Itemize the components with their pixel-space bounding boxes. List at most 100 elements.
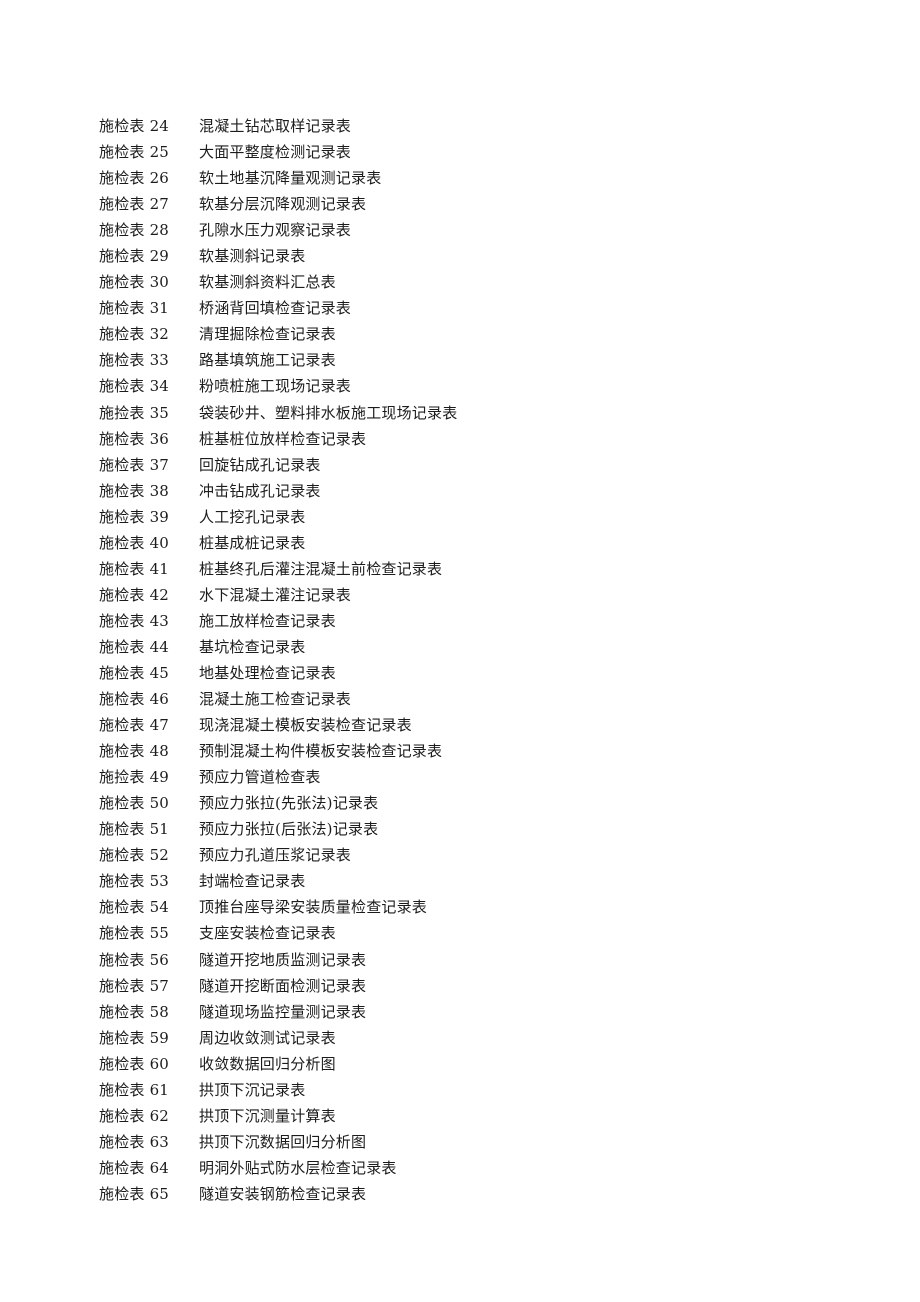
form-title: 施工放样检查记录表 [199,611,336,630]
table-row: 施检表 42 水下混凝土灌注记录表 [99,582,859,608]
table-row: 施检表 32 清理掘除检查记录表 [99,321,859,347]
form-code: 施检表 25 [99,143,170,162]
form-title: 拱顶下沉测量计算表 [199,1106,336,1125]
form-code: 施检表 62 [99,1106,170,1125]
form-title: 粉喷桩施工现场记录表 [199,377,352,396]
table-row: 施检表 53 封端检查记录表 [99,868,859,894]
form-title: 软基测斜记录表 [199,247,306,266]
form-code: 施检表 57 [99,976,170,995]
form-code: 施检表 55 [99,924,170,943]
form-title: 软基分层沉降观测记录表 [199,195,367,214]
form-title: 袋装砂井、塑料排水板施工现场记录表 [199,403,458,422]
form-title: 清理掘除检查记录表 [199,325,336,344]
form-code: 施检表 54 [99,898,170,917]
form-title: 封端检查记录表 [199,872,306,891]
table-row: 施检表 36 桩基桩位放样检查记录表 [99,426,859,452]
form-code: 施检表 45 [99,663,170,682]
form-title: 周边收敛测试记录表 [199,1028,336,1047]
form-code: 施检表 28 [99,221,170,240]
form-code: 施检表 50 [99,794,170,813]
form-title: 拱顶下沉记录表 [199,1080,306,1099]
form-code: 施检表 30 [99,273,170,292]
form-index-list: 施检表 24 混凝土钻芯取样记录表施检表 25 大面平整度检测记录表 施检表 26 软土… [99,113,859,1207]
form-code: 施检表 37 [99,455,170,474]
form-code: 施检表 33 [99,351,170,370]
table-row: 施检表 38 冲击钻成孔记录表 [99,478,859,504]
form-title: 桩基成桩记录表 [199,533,306,552]
table-row: 施检表 60 收敛数据回归分析图 [99,1051,859,1077]
form-code: 施检表 58 [99,1002,170,1021]
form-title: 预应力张拉(先张法)记录表 [199,794,379,813]
form-title: 软土地基沉降量观测记录表 [199,169,382,188]
form-title: 现浇混凝土模板安装检查记录表 [199,716,412,735]
form-code: 施检表 43 [99,611,170,630]
form-title: 明洞外贴式防水层检查记录表 [199,1158,397,1177]
form-title: 水下混凝土灌注记录表 [199,585,352,604]
form-title: 孔隙水压力观察记录表 [199,221,352,240]
form-code: 施检表 47 [99,716,170,735]
table-row: 施检表 26 软土地基沉降量观测记录表 [99,165,859,191]
form-title: 基坑检查记录表 [199,637,306,656]
form-code: 施检表 52 [99,846,170,865]
form-title: 支座安装检查记录表 [199,924,336,943]
form-code: 施检表 46 [99,690,170,709]
table-row: 施检表 54 顶推台座导梁安装质量检查记录表 [99,894,859,920]
form-code: 施检表 42 [99,585,170,604]
form-code: 施捡表 49 [99,768,170,787]
form-code: 施检表 65 [99,1184,170,1203]
form-title: 桩基终孔后灌注混凝土前检查记录表 [199,559,443,578]
table-row: 施检表 27 软基分层沉降观测记录表 [99,191,859,217]
form-title: 回旋钻成孔记录表 [199,455,321,474]
table-row: 施检表 57 隧道开挖断面检测记录表 [99,973,859,999]
table-row: 施检表 65 隧道安装钢筋检查记录表 [99,1181,859,1207]
form-code: 施检表 31 [99,299,170,318]
document-page: 施检表 24 混凝土钻芯取样记录表施检表 25 大面平整度检测记录表 施检表 26 软土… [0,0,920,1302]
form-title: 人工挖孔记录表 [199,507,306,526]
form-title: 收敛数据回归分析图 [199,1054,336,1073]
table-row: 施检表 34 粉喷桩施工现场记录表 [99,373,859,399]
table-row: 施检表 25 大面平整度检测记录表 [99,139,859,165]
form-code: 施检表 56 [99,950,170,969]
table-row: 施检表 61 拱顶下沉记录表 [99,1077,859,1103]
table-row: 施捡表 35 袋装砂井、塑料排水板施工现场记录表 [99,400,859,426]
form-code: 施检表 32 [99,325,170,344]
table-row: 施检表 24 混凝土钻芯取样记录表 [99,113,859,139]
form-title: 混凝土钻芯取样记录表 [199,117,352,135]
table-row: 施检表 41 桩基终孔后灌注混凝土前检查记录表 [99,556,859,582]
table-row: 施检表 40 桩基成桩记录表 [99,530,859,556]
form-code: 施检表 53 [99,872,170,891]
form-title: 混凝土施工检查记录表 [199,690,352,709]
table-row: 施检表 63 拱顶下沉数据回归分析图 [99,1129,859,1155]
form-title: 路基填筑施工记录表 [199,351,336,370]
form-title: 拱顶下沉数据回归分析图 [199,1132,367,1151]
form-code: 施检表 51 [99,820,170,839]
form-title: 桥涵背回填检查记录表 [199,299,352,318]
table-row: 施检表 56 隧道开挖地质监测记录表 [99,947,859,973]
form-code: 施检表 39 [99,507,170,526]
form-code: 施检表 63 [99,1132,170,1151]
table-row: 施检表 31 桥涵背回填检查记录表 [99,295,859,321]
table-row: 施检表 50 预应力张拉(先张法)记录表 [99,790,859,816]
form-title: 软基测斜资料汇总表 [199,273,336,292]
form-title: 桩基桩位放样检查记录表 [199,429,367,448]
table-row: 施检表 33 路基填筑施工记录表 [99,347,859,373]
table-row: 施检表 46 混凝土施工检查记录表 [99,686,859,712]
form-title: 冲击钻成孔记录表 [199,481,321,500]
form-code: 施检表 36 [99,429,170,448]
form-code: 施检表 60 [99,1054,170,1073]
table-row: 施检表 43 施工放样检查记录表 [99,608,859,634]
table-row: 施检表 64 明洞外贴式防水层检查记录表 [99,1155,859,1181]
form-title: 地基处理检查记录表 [199,663,336,682]
form-title: 隧道开挖断面检测记录表 [199,976,367,995]
table-row: 施检表 48 预制混凝土构件模板安装检查记录表 [99,738,859,764]
table-row: 施检表 52 预应力孔道压浆记录表 [99,842,859,868]
form-title: 隧道安装钢筋检查记录表 [199,1184,367,1203]
form-code: 施检表 59 [99,1028,170,1047]
form-code: 施检表 24 [99,117,170,135]
form-code: 施检表 34 [99,377,170,396]
table-row: 施检表 47 现浇混凝土模板安装检查记录表 [99,712,859,738]
form-code: 施捡表 35 [99,403,170,422]
form-title: 预应力管道检查表 [199,768,321,787]
table-row: 施检表 62 拱顶下沉测量计算表 [99,1103,859,1129]
table-row: 施检表 30 软基测斜资料汇总表 [99,269,859,295]
